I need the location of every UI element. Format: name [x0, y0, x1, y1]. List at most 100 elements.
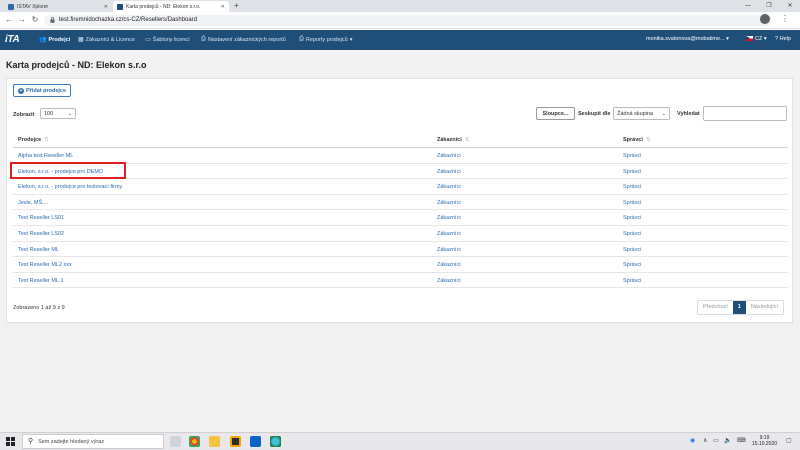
tray-app-icon[interactable]: ◉: [690, 437, 695, 444]
question-icon: ?: [775, 36, 779, 42]
forward-icon[interactable]: →: [17, 15, 27, 25]
admins-link[interactable]: Správci: [623, 278, 641, 284]
browser-tab-karta-prodejcu[interactable]: Karta prodejců - ND: Elekon s.r.o. ✕: [113, 1, 229, 12]
table-row: Test Reseller ML 1 Zákazníci Správci: [13, 273, 788, 289]
search-input[interactable]: [703, 106, 787, 121]
customers-link[interactable]: Zákazníci: [437, 247, 461, 253]
reseller-name-link[interactable]: Jesle, MŠ....: [18, 200, 48, 206]
table-row: Test Reseller LS02 Zákazníci Správci: [13, 226, 788, 242]
browser-tab-istav[interactable]: ISTAV Xplorer ✕: [4, 1, 112, 12]
czech-flag-icon: [746, 36, 753, 42]
taskbar-search-placeholder: Sem zadejte hledaný výraz: [38, 439, 105, 445]
customers-link[interactable]: Zákazníci: [437, 169, 461, 175]
customers-link[interactable]: Zákazníci: [437, 262, 461, 268]
highlight-box: [10, 162, 126, 179]
reseller-name-link[interactable]: Test Reseller LS01: [18, 215, 64, 221]
columns-button[interactable]: Sloupce...: [536, 107, 575, 120]
customers-link[interactable]: Zákazníci: [437, 153, 461, 159]
taskbar-clock[interactable]: 9:19 15.10.2020: [752, 435, 777, 447]
nav-item-sablony-licenci[interactable]: ▭ Šablony licencí: [145, 36, 190, 44]
customers-link[interactable]: Zákazníci: [437, 278, 461, 284]
close-tab-icon[interactable]: ✕: [104, 4, 108, 10]
tray-chevron-icon[interactable]: ∧: [703, 437, 707, 444]
nav-item-reporty-prodejcu[interactable]: ⎙ Reporty prodejců ▾: [299, 36, 352, 43]
admins-link[interactable]: Správci: [623, 169, 641, 175]
help-link[interactable]: ? Help: [775, 36, 791, 42]
nav-item-zakaznici-licence[interactable]: ▦ Zákazníci & Licence: [78, 36, 135, 44]
windows-taskbar: ⚲ Sem zadejte hledaný výraz ◉ ∧ ▭ 🔈 ⌨ 9:…: [0, 432, 800, 450]
close-window-icon[interactable]: ✕: [780, 0, 800, 12]
back-icon[interactable]: ←: [4, 15, 14, 25]
admins-link[interactable]: Správci: [623, 153, 641, 159]
admins-link[interactable]: Správci: [623, 184, 641, 190]
page-content: Karta prodejců - ND: Elekon s.r.o + Přid…: [0, 50, 800, 432]
group-by-select[interactable]: Žádná skupina ⌄: [613, 107, 670, 120]
reload-icon[interactable]: ↻: [30, 15, 40, 25]
user-menu[interactable]: monika.svatonova@mobatime... ▾: [646, 36, 729, 42]
reseller-name-link[interactable]: Alpha test Reseller ML: [18, 153, 73, 159]
tab-label: Karta prodejců - ND: Elekon s.r.o.: [126, 3, 201, 10]
volume-icon[interactable]: 🔈: [724, 437, 731, 444]
add-reseller-button[interactable]: + Přidat prodejce: [13, 84, 72, 97]
outlook-icon[interactable]: [250, 436, 261, 447]
admins-link[interactable]: Správci: [623, 262, 641, 268]
admins-link[interactable]: Správci: [623, 247, 641, 253]
windows-start-icon[interactable]: [6, 437, 15, 446]
page-size-select[interactable]: 100 ⌄: [40, 108, 76, 119]
task-view-icon[interactable]: [170, 436, 181, 447]
notification-icon[interactable]: ▢: [786, 437, 792, 444]
admins-link[interactable]: Správci: [623, 200, 641, 206]
customers-link[interactable]: Zákazníci: [437, 231, 461, 237]
close-tab-icon[interactable]: ✕: [221, 4, 225, 10]
sort-icon: ⇅: [464, 137, 470, 143]
new-tab-icon[interactable]: +: [234, 1, 239, 11]
profile-avatar-icon[interactable]: [760, 14, 770, 24]
minimize-icon[interactable]: —: [738, 0, 758, 12]
column-header-zakaznici[interactable]: Zákazníci ⇅: [437, 137, 469, 143]
customers-link[interactable]: Zákazníci: [437, 200, 461, 206]
browser-tab-bar: ISTAV Xplorer ✕ Karta prodejců - ND: Ele…: [0, 0, 800, 12]
search-label: Vyhledat: [677, 111, 700, 117]
pagination: Předchozí 1 Následující: [697, 300, 785, 315]
building-icon: ▦: [78, 37, 84, 43]
admins-link[interactable]: Správci: [623, 215, 641, 221]
browser-menu-icon[interactable]: ⋮: [781, 14, 789, 24]
network-icon[interactable]: ▭: [713, 437, 719, 444]
column-header-prodejce[interactable]: Prodejce ⇅: [18, 137, 49, 143]
reseller-name-link[interactable]: Elekon, s.r.o. - prodejce pro testovací …: [18, 184, 122, 190]
sort-icon: ⇅: [645, 137, 651, 143]
customers-link[interactable]: Zákazníci: [437, 215, 461, 221]
print-icon: ⎙: [299, 36, 304, 42]
app-icon[interactable]: [230, 436, 241, 447]
page-size-label: Zobrazit: [13, 112, 35, 118]
pagination-page-button[interactable]: 1: [732, 301, 746, 314]
maximize-icon[interactable]: ❐: [759, 0, 779, 12]
reseller-name-link[interactable]: Test Reseller ML: [18, 247, 59, 253]
reseller-name-link[interactable]: Test Reseller ML 1: [18, 278, 64, 284]
app-logo[interactable]: iTA: [5, 34, 20, 45]
keyboard-icon[interactable]: ⌨: [737, 437, 746, 444]
edge-icon[interactable]: [270, 436, 281, 447]
column-header-spravci[interactable]: Správci ⇅: [623, 137, 650, 143]
customers-link[interactable]: Zákazníci: [437, 184, 461, 190]
table-row: Alpha test Reseller ML Zákazníci Správci: [13, 148, 788, 164]
admins-link[interactable]: Správci: [623, 231, 641, 237]
pagination-prev-button[interactable]: Předchozí: [698, 301, 733, 314]
language-menu[interactable]: CZ ▾: [746, 36, 767, 42]
nav-item-prodejci[interactable]: 👥 Prodejci: [39, 36, 70, 44]
table-row: Jesle, MŠ.... Zákazníci Správci: [13, 195, 788, 211]
search-icon: ⚲: [28, 438, 34, 445]
pagination-next-button[interactable]: Následující: [745, 301, 784, 314]
taskbar-search[interactable]: ⚲ Sem zadejte hledaný výraz: [22, 434, 164, 449]
template-icon: ▭: [145, 37, 151, 43]
reseller-name-link[interactable]: Test Reseller ML2 xxx: [18, 262, 72, 268]
table-info: Zobrazeno 1 až 9 z 9: [13, 305, 65, 311]
print-icon: ⎙: [201, 36, 206, 42]
address-bar[interactable]: test.firemnidochazka.cz/cs-CZ/Resellers/…: [44, 15, 772, 26]
nav-item-nastaveni-reportu[interactable]: ⎙ Nastavení zákaznických reportů: [201, 36, 286, 43]
reseller-name-link[interactable]: Test Reseller LS02: [18, 231, 64, 237]
group-by-label: Seskupit dle: [578, 111, 611, 117]
chrome-icon[interactable]: [189, 436, 200, 447]
table-row: Test Reseller ML2 xxx Zákazníci Správci: [13, 257, 788, 273]
file-explorer-icon[interactable]: [209, 436, 220, 447]
